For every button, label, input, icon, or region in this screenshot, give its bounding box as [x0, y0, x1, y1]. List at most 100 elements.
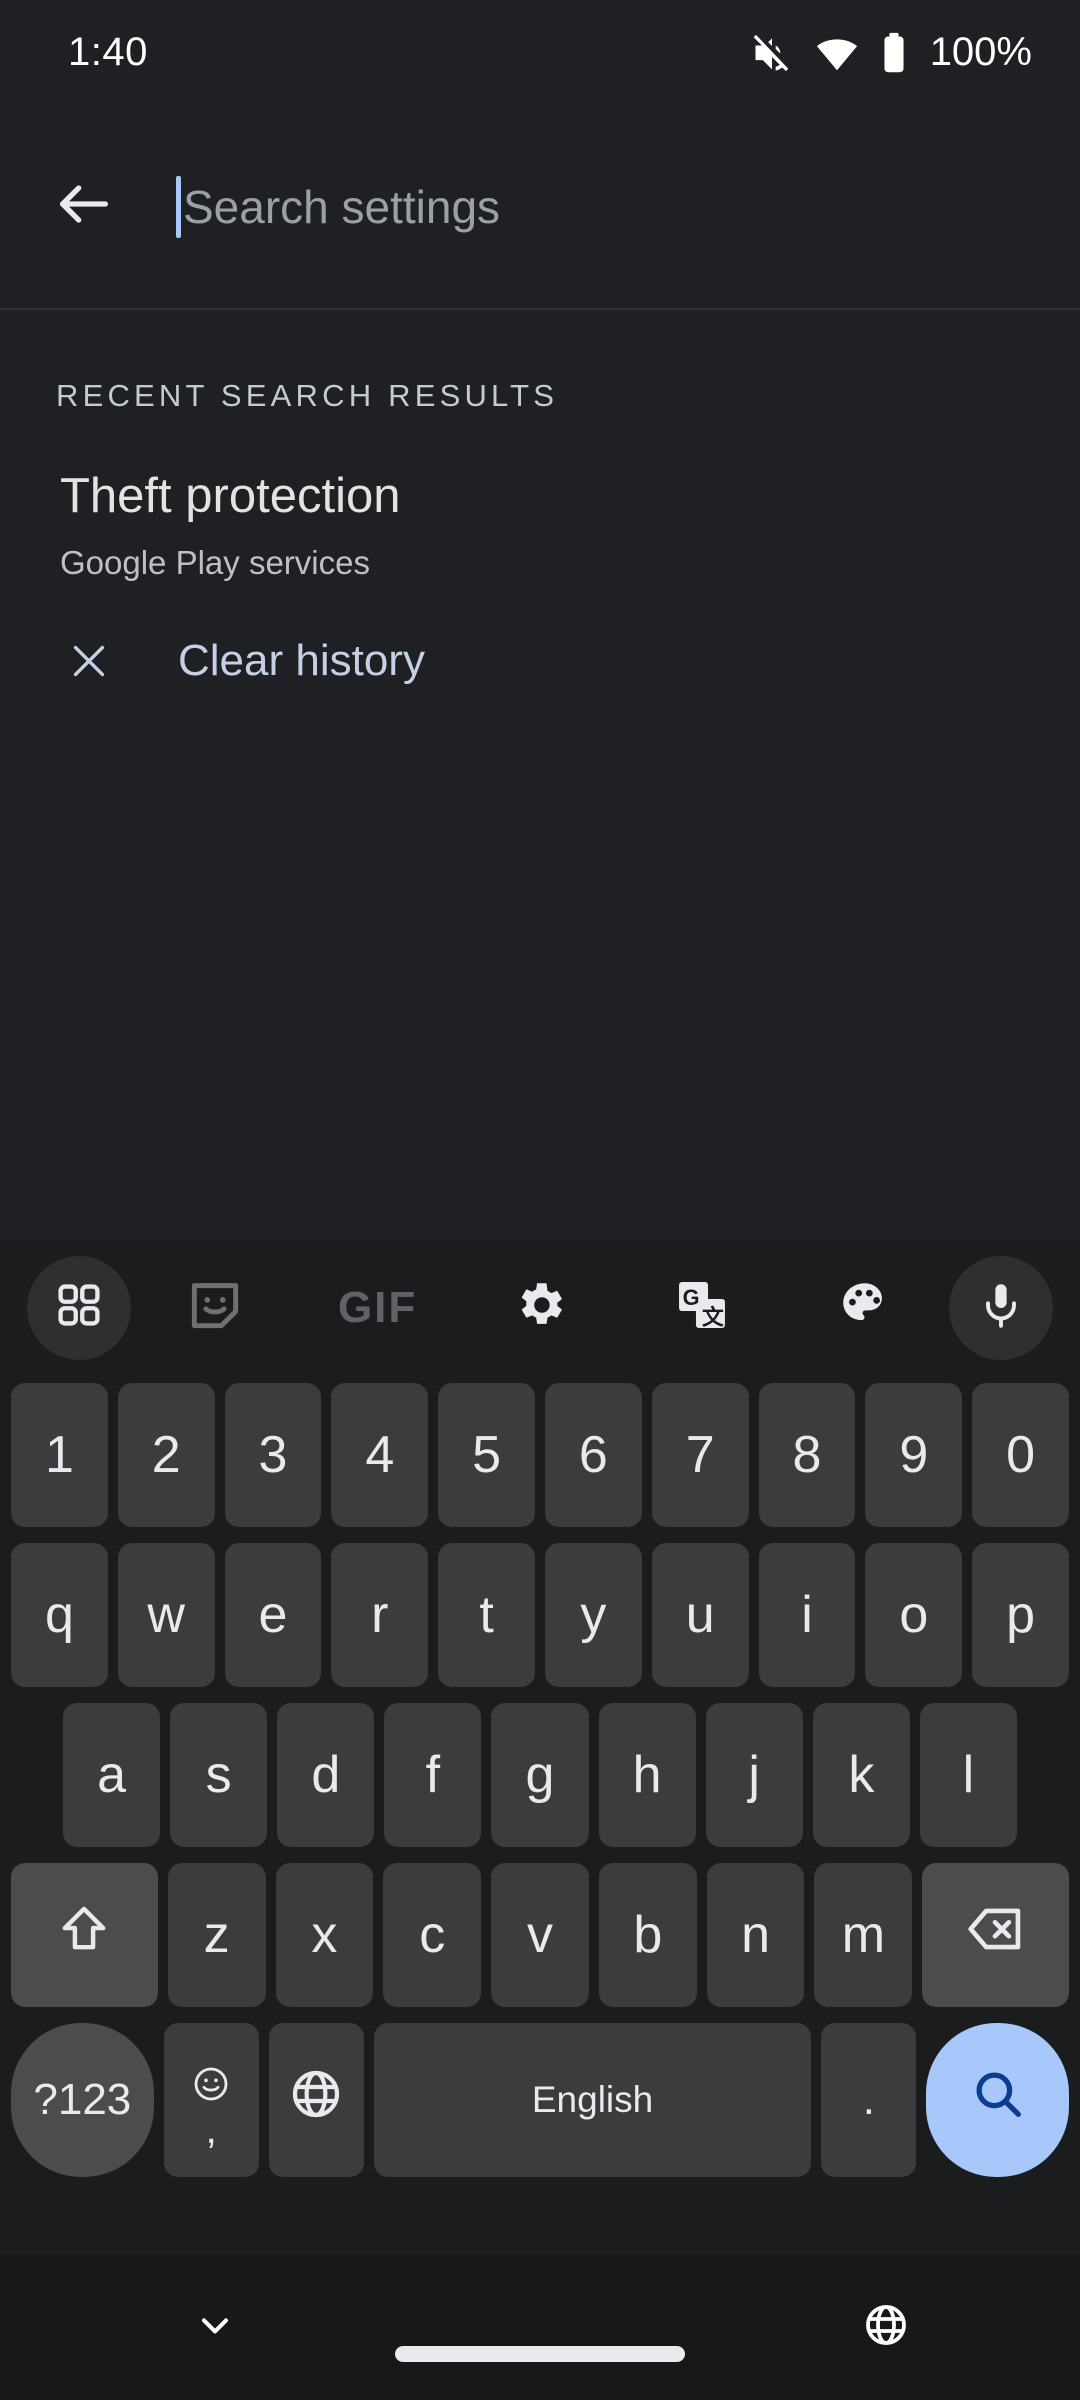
key-7[interactable]: 7 — [651, 1383, 749, 1527]
key-y[interactable]: y — [544, 1543, 642, 1687]
key-1[interactable]: 1 — [11, 1383, 108, 1527]
keyboard-row-bottom: ?123 , English . — [0, 2015, 1080, 2185]
key-s[interactable]: s — [170, 1703, 268, 1847]
keyboard-theme-button[interactable] — [784, 1253, 946, 1363]
keyboard-row-home: a s d f g h j k l — [0, 1695, 1080, 1855]
text-caret — [176, 175, 181, 238]
search-icon — [969, 2065, 1027, 2135]
back-button[interactable] — [36, 159, 132, 255]
key-3[interactable]: 3 — [224, 1383, 322, 1527]
key-a[interactable]: a — [63, 1703, 161, 1847]
key-h[interactable]: h — [598, 1703, 696, 1847]
comma-key[interactable]: , — [163, 2023, 259, 2177]
theme-palette-icon — [836, 1276, 894, 1339]
key-v[interactable]: v — [491, 1863, 589, 2007]
key-r[interactable]: r — [331, 1543, 429, 1687]
key-n[interactable]: n — [706, 1863, 805, 2007]
key-k[interactable]: k — [812, 1703, 910, 1847]
key-q[interactable]: q — [11, 1543, 108, 1687]
key-0[interactable]: 0 — [972, 1383, 1069, 1527]
status-icons: 100% — [750, 30, 1032, 76]
result-subtitle: Google Play services — [60, 543, 370, 581]
comma-glyph: , — [205, 2108, 217, 2152]
keyboard-voice-button[interactable] — [946, 1253, 1056, 1363]
key-f[interactable]: f — [384, 1703, 482, 1847]
arrow-back-icon — [52, 172, 116, 241]
symbols-key[interactable]: ?123 — [11, 2023, 154, 2177]
close-icon — [62, 634, 116, 688]
shift-key[interactable] — [11, 1863, 158, 2007]
svg-text:文: 文 — [702, 1304, 724, 1329]
spacebar-key[interactable]: English — [373, 2023, 812, 2177]
globe-icon — [288, 2066, 344, 2134]
search-placeholder: Search settings — [183, 180, 501, 233]
backspace-key[interactable] — [922, 1863, 1069, 2007]
chevron-down-icon — [193, 2303, 237, 2352]
key-8[interactable]: 8 — [758, 1383, 856, 1527]
list-item[interactable]: Theft protection Google Play services — [0, 414, 1080, 582]
keyboard-toolbar: GIF G 文 — [0, 1240, 1080, 1375]
battery-percent-label: 100% — [929, 30, 1032, 74]
translate-icon: G 文 — [673, 1276, 731, 1339]
key-e[interactable]: e — [224, 1543, 322, 1687]
svg-text:G: G — [683, 1285, 700, 1310]
globe-icon — [862, 2301, 910, 2354]
period-glyph: . — [862, 2075, 875, 2124]
keyboard-sticker-button[interactable] — [134, 1253, 296, 1363]
key-p[interactable]: p — [972, 1543, 1069, 1687]
key-g[interactable]: g — [491, 1703, 589, 1847]
keyboard-settings-button[interactable] — [459, 1253, 621, 1363]
keyboard-apps-button[interactable] — [24, 1253, 134, 1363]
status-clock: 1:40 — [68, 30, 148, 74]
nav-language-button[interactable] — [862, 2301, 910, 2354]
key-x[interactable]: x — [275, 1863, 374, 2007]
key-d[interactable]: d — [277, 1703, 375, 1847]
status-bar: 1:40 100% — [0, 0, 1080, 105]
keyboard-gif-button[interactable]: GIF — [296, 1253, 458, 1363]
key-i[interactable]: i — [758, 1543, 856, 1687]
key-5[interactable]: 5 — [438, 1383, 535, 1527]
key-t[interactable]: t — [438, 1543, 535, 1687]
language-switch-key[interactable] — [268, 2023, 364, 2177]
volume-mute-icon — [750, 31, 794, 75]
search-input[interactable]: Search settings — [176, 159, 1040, 255]
key-4[interactable]: 4 — [331, 1383, 429, 1527]
clear-history-label: Clear history — [178, 635, 425, 685]
period-key[interactable]: . — [821, 2023, 917, 2177]
keyboard-row-numbers: 1 2 3 4 5 6 7 8 9 0 — [0, 1375, 1080, 1535]
gif-icon: GIF — [337, 1282, 418, 1332]
home-gesture-pill[interactable] — [395, 2346, 685, 2362]
phone-screen: 1:40 100% Search settings RECENT SEARCH … — [0, 0, 1080, 2400]
clear-history-button[interactable]: Clear history — [0, 582, 1080, 688]
sticker-icon — [184, 1274, 246, 1341]
result-title: Theft protection — [60, 469, 401, 523]
key-l[interactable]: l — [919, 1703, 1017, 1847]
key-w[interactable]: w — [117, 1543, 215, 1687]
microphone-icon — [975, 1279, 1027, 1336]
virtual-keyboard: GIF G 文 1 2 3 4 5 6 7 8 9 0 q w e r t y … — [0, 1240, 1080, 2255]
wifi-icon — [814, 30, 860, 76]
key-o[interactable]: o — [865, 1543, 963, 1687]
keyboard-row-zxcv: z x c v b n m — [0, 1855, 1080, 2015]
search-results-panel: RECENT SEARCH RESULTS Theft protection G… — [0, 310, 1080, 1240]
key-z[interactable]: z — [167, 1863, 266, 2007]
keyboard-translate-button[interactable]: G 文 — [621, 1253, 783, 1363]
apps-grid-icon — [53, 1279, 105, 1336]
key-u[interactable]: u — [651, 1543, 749, 1687]
key-c[interactable]: c — [383, 1863, 482, 2007]
key-j[interactable]: j — [705, 1703, 803, 1847]
backspace-icon — [965, 1898, 1027, 1972]
search-enter-key[interactable] — [926, 2023, 1069, 2177]
key-6[interactable]: 6 — [544, 1383, 642, 1527]
shift-arrow-icon — [56, 1901, 112, 1969]
key-b[interactable]: b — [598, 1863, 697, 2007]
key-2[interactable]: 2 — [117, 1383, 215, 1527]
keyboard-row-qwerty: q w e r t y u i o p — [0, 1535, 1080, 1695]
key-9[interactable]: 9 — [865, 1383, 963, 1527]
key-m[interactable]: m — [814, 1863, 913, 2007]
section-header-recent-search-results: RECENT SEARCH RESULTS — [56, 378, 559, 413]
search-bar: Search settings — [0, 105, 1080, 310]
hide-keyboard-button[interactable] — [170, 2303, 260, 2352]
battery-full-icon — [880, 31, 908, 75]
settings-gear-icon — [511, 1276, 569, 1339]
